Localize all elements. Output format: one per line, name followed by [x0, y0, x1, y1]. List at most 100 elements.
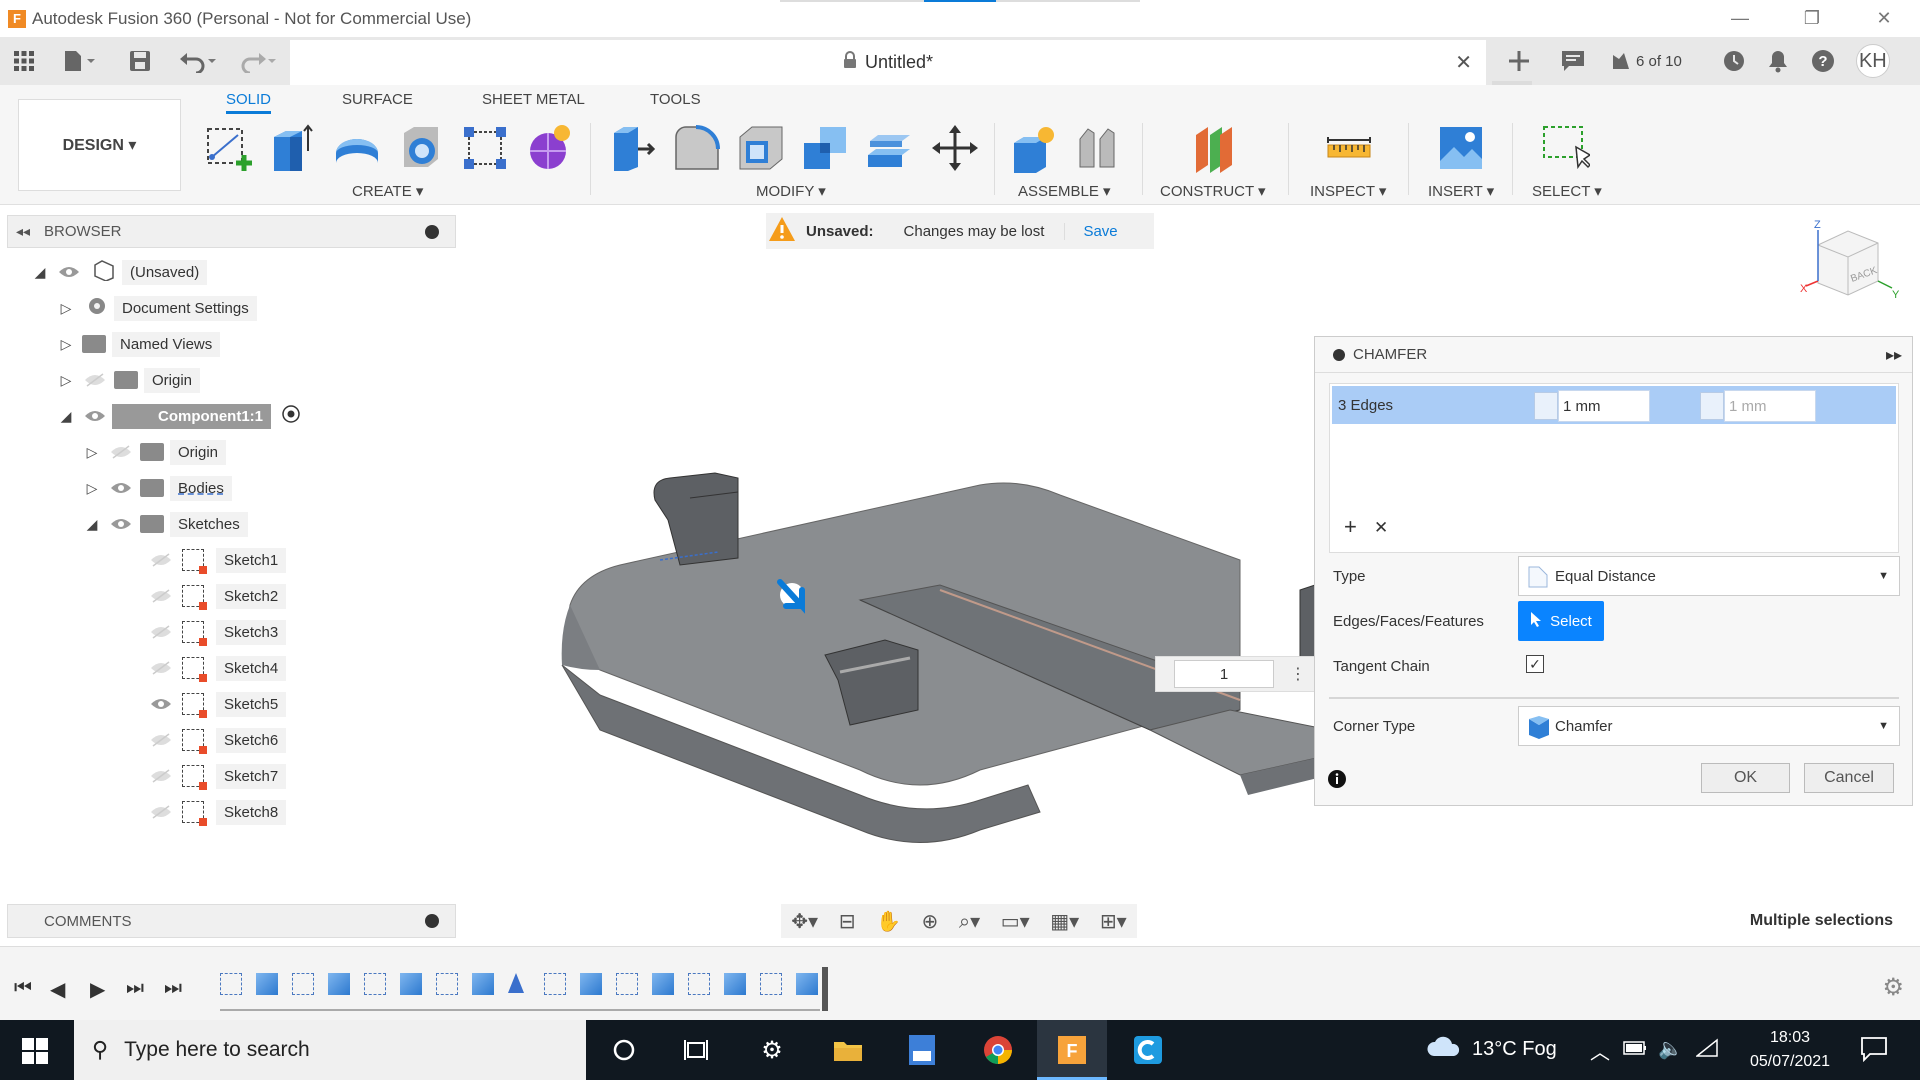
- joint-icon[interactable]: [1074, 123, 1122, 171]
- expanded-arrow-icon[interactable]: ◢: [58, 408, 74, 425]
- insert-menu[interactable]: INSERT ▾: [1428, 182, 1494, 200]
- tree-item-origin[interactable]: ▷ Origin: [58, 366, 201, 394]
- timeline-marker[interactable]: [822, 967, 828, 1011]
- more-options-icon[interactable]: ⋮: [1290, 664, 1306, 684]
- look-at-icon[interactable]: ⊟: [839, 909, 856, 934]
- expanded-arrow-icon[interactable]: ◢: [32, 264, 48, 281]
- distance1-field[interactable]: 1 mm: [1558, 390, 1650, 422]
- volume-icon[interactable]: 🔈: [1658, 1036, 1683, 1061]
- settings-gear-icon[interactable]: ⚙: [752, 1030, 792, 1070]
- chrome-icon[interactable]: [978, 1030, 1018, 1070]
- tree-item-sketch3[interactable]: Sketch3: [140, 618, 287, 646]
- timeline-settings-gear-icon[interactable]: ⚙: [1882, 973, 1904, 1002]
- next-step-icon[interactable]: ⏭: [126, 977, 144, 1000]
- tree-item-bodies[interactable]: ▷ Bodies: [84, 474, 232, 502]
- viewport-model[interactable]: [540, 440, 1331, 860]
- shell-icon[interactable]: [736, 123, 784, 171]
- taskbar-search[interactable]: ⚲ Type here to search: [74, 1020, 586, 1080]
- collapse-browser-icon[interactable]: ◂◂: [16, 223, 30, 240]
- timeline-sketch[interactable]: [220, 973, 242, 995]
- display-settings-icon[interactable]: ▭▾: [1001, 909, 1030, 934]
- window-select-icon[interactable]: [1540, 123, 1592, 171]
- pan-hand-icon[interactable]: ✋: [876, 909, 901, 934]
- chamfer-header[interactable]: CHAMFER ▸▸: [1315, 337, 1912, 373]
- tree-item-sketch7[interactable]: Sketch7: [140, 762, 287, 790]
- file-menu-icon[interactable]: [62, 47, 96, 75]
- winrar-icon[interactable]: [902, 1030, 942, 1070]
- modify-menu[interactable]: MODIFY ▾: [756, 182, 826, 200]
- collapsed-arrow-icon[interactable]: ▷: [58, 300, 74, 317]
- tree-root[interactable]: ◢ (Unsaved): [32, 258, 208, 286]
- visibility-eye-icon[interactable]: [110, 517, 132, 531]
- tab-solid[interactable]: SOLID: [226, 91, 272, 114]
- tab-surface[interactable]: SURFACE: [342, 91, 413, 108]
- show-hidden-icons-icon[interactable]: ︿: [1590, 1036, 1610, 1065]
- task-view-icon[interactable]: [676, 1030, 716, 1070]
- construct-menu[interactable]: CONSTRUCT ▾: [1160, 182, 1266, 200]
- hidden-eye-icon[interactable]: [150, 625, 172, 639]
- browser-collapse-dot-icon[interactable]: [425, 224, 439, 239]
- last-step-icon[interactable]: ⏭: [164, 977, 182, 1000]
- collapsed-arrow-icon[interactable]: ▷: [58, 372, 74, 389]
- expand-dialog-icon[interactable]: ▸▸: [1886, 345, 1902, 365]
- ok-button[interactable]: OK: [1701, 763, 1790, 793]
- insert-canvas-icon[interactable]: [1436, 123, 1484, 171]
- browser-header[interactable]: ◂◂ BROWSER: [7, 215, 456, 248]
- inspect-menu[interactable]: INSPECT ▾: [1310, 182, 1386, 200]
- timeline-sketch[interactable]: [544, 973, 566, 995]
- fit-icon[interactable]: ⌕▾: [959, 909, 980, 934]
- cancel-button[interactable]: Cancel: [1804, 763, 1894, 793]
- distance-value-field[interactable]: 1: [1174, 660, 1274, 688]
- new-tab-plus-icon[interactable]: [1506, 48, 1532, 74]
- hidden-eye-icon[interactable]: [150, 553, 172, 567]
- info-icon[interactable]: [1327, 769, 1347, 793]
- hidden-eye-icon[interactable]: [150, 661, 172, 675]
- restore-button[interactable]: ❐: [1776, 0, 1848, 37]
- notifications-bell-icon[interactable]: [1766, 49, 1790, 73]
- tree-item-document-settings[interactable]: ▷ Document Settings: [58, 294, 257, 322]
- grid-settings-icon[interactable]: ▦▾: [1050, 909, 1079, 934]
- tab-tools[interactable]: TOOLS: [650, 91, 701, 108]
- zoom-icon[interactable]: ⊕: [922, 909, 939, 934]
- clock-icon[interactable]: [1722, 49, 1746, 73]
- expanded-arrow-icon[interactable]: ◢: [84, 516, 100, 533]
- close-window-button[interactable]: ✕: [1848, 0, 1920, 37]
- timeline-feature[interactable]: [256, 973, 278, 995]
- timeline-feature[interactable]: [472, 973, 494, 995]
- offset-face-icon[interactable]: [864, 123, 912, 171]
- create-menu[interactable]: CREATE ▾: [352, 182, 423, 200]
- c-app-icon[interactable]: [1128, 1030, 1168, 1070]
- tree-item-sketch5[interactable]: Sketch5: [140, 690, 287, 718]
- timeline-feature[interactable]: [796, 973, 818, 995]
- new-component-icon[interactable]: [1010, 123, 1058, 173]
- timeline-sketch[interactable]: [436, 973, 458, 995]
- tree-item-sketch8[interactable]: Sketch8: [140, 798, 287, 826]
- comments-icon[interactable]: [1560, 49, 1586, 73]
- sweep-icon[interactable]: [396, 123, 444, 171]
- type-dropdown[interactable]: Equal Distance ▼: [1518, 556, 1900, 596]
- tree-item-sketch1[interactable]: Sketch1: [140, 546, 287, 574]
- timeline-feature[interactable]: [580, 973, 602, 995]
- remove-edge-set-button[interactable]: ✕: [1374, 518, 1388, 538]
- timeline-feature[interactable]: [652, 973, 674, 995]
- timeline-sketch[interactable]: [292, 973, 314, 995]
- previous-step-icon[interactable]: ◀: [50, 977, 65, 1002]
- collapsed-arrow-icon[interactable]: ▷: [58, 336, 74, 353]
- battery-icon[interactable]: [1622, 1038, 1648, 1062]
- corner-type-dropdown[interactable]: Chamfer ▼: [1518, 706, 1900, 746]
- select-menu[interactable]: SELECT ▾: [1532, 182, 1602, 200]
- collapse-dialog-icon[interactable]: [1333, 348, 1345, 361]
- document-tab[interactable]: Untitled* ✕: [290, 40, 1486, 85]
- timeline-feature[interactable]: [328, 973, 350, 995]
- edge-set-row[interactable]: 3 Edges 1 mm 1 mm: [1332, 386, 1896, 424]
- data-panel-grid-icon[interactable]: [12, 47, 36, 75]
- tree-item-sketch4[interactable]: Sketch4: [140, 654, 287, 682]
- offset-plane-icon[interactable]: [1190, 123, 1238, 173]
- visibility-eye-icon[interactable]: [84, 409, 106, 423]
- save-icon[interactable]: [128, 47, 152, 75]
- weather-widget[interactable]: 13°C Fog: [1426, 1034, 1557, 1064]
- hidden-eye-icon[interactable]: [150, 805, 172, 819]
- job-status[interactable]: 6 of 10: [1610, 50, 1682, 72]
- system-clock[interactable]: 18:03 05/07/2021: [1740, 1026, 1840, 1074]
- add-edge-set-button[interactable]: +: [1344, 514, 1357, 540]
